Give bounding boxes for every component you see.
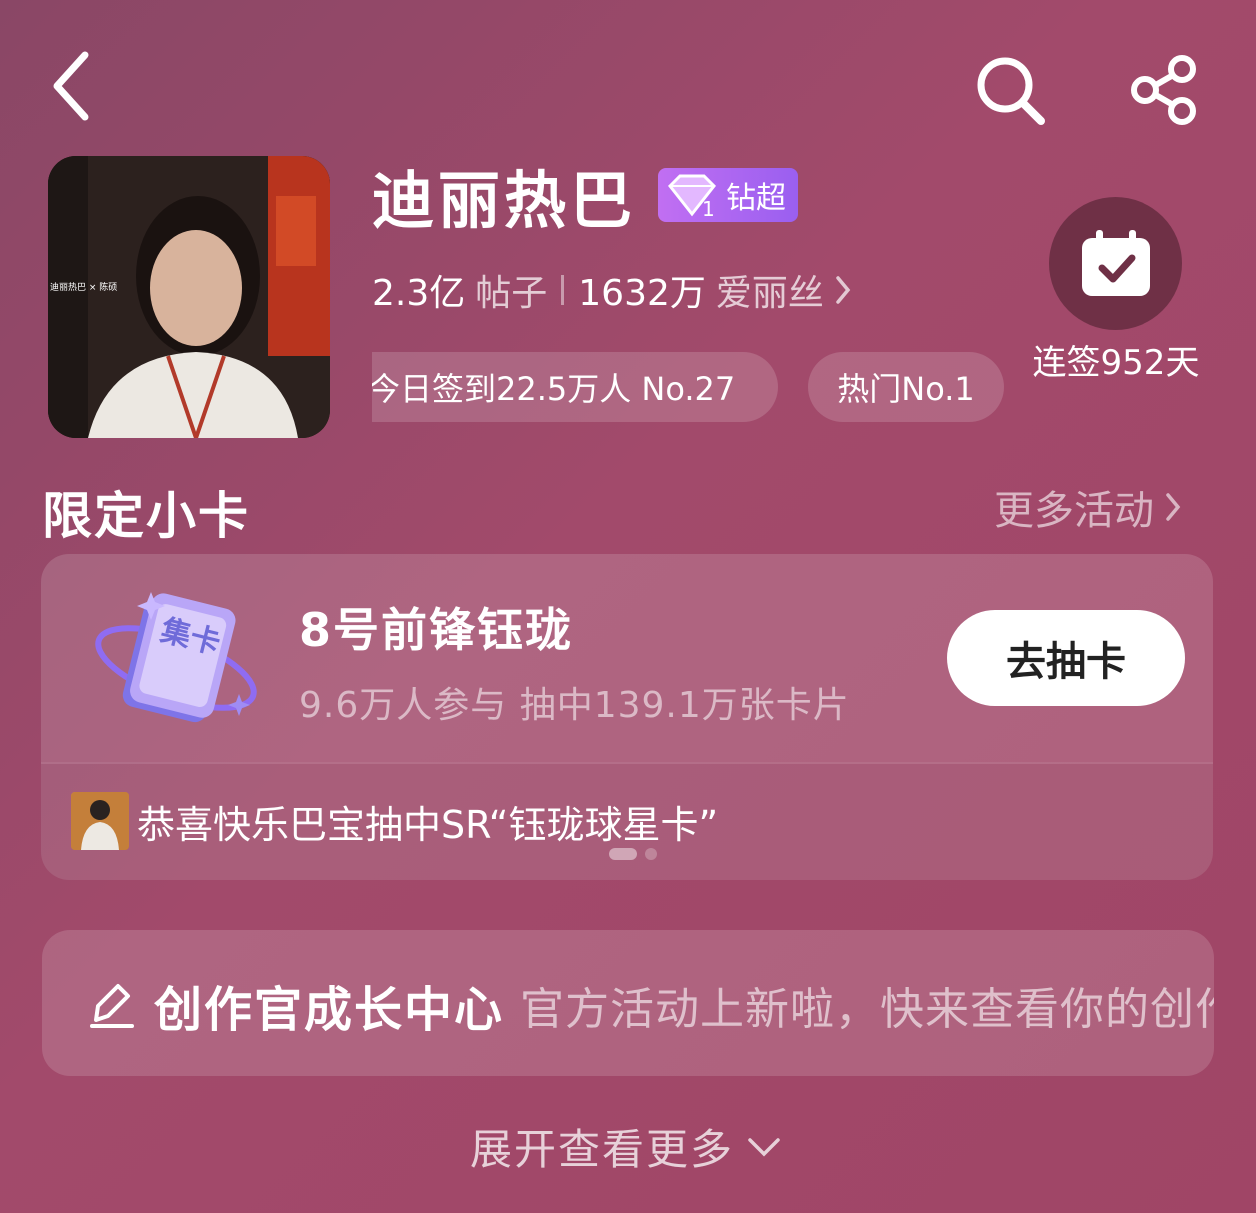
draw-card-button[interactable]: 去抽卡 bbox=[947, 610, 1185, 706]
winner-avatar bbox=[71, 792, 129, 850]
chevron-right-icon bbox=[836, 276, 851, 304]
carousel-dots bbox=[601, 848, 657, 860]
checkin-rank-pill[interactable]: 今日签到22.5万人 No.27 bbox=[372, 352, 778, 422]
more-activities-label: 更多活动 bbox=[994, 488, 1154, 534]
checkin-streak: 连签952天 bbox=[1032, 343, 1200, 383]
share-button[interactable] bbox=[1122, 48, 1206, 132]
calendar-check-icon bbox=[1081, 229, 1150, 296]
back-button[interactable] bbox=[36, 46, 106, 126]
pen-icon bbox=[90, 984, 134, 1028]
creator-content: 创作官成长中心 官方活动上新啦，快来查看你的创作 bbox=[88, 970, 1214, 1040]
chevron-left-icon bbox=[53, 51, 89, 121]
winner-text: 恭喜快乐巴宝抽中SR“钰珑球星卡” bbox=[137, 802, 719, 847]
share-icon bbox=[1131, 55, 1196, 125]
community-title: 迪丽热巴 bbox=[372, 164, 637, 237]
card-name: 8号前锋钰珑 bbox=[299, 603, 574, 657]
checkin-rank-text: 今日签到22.5万人 No.27 bbox=[372, 370, 736, 408]
diamond-icon: 1 bbox=[668, 174, 717, 218]
hot-rank-text: 热门No.1 bbox=[837, 370, 975, 408]
posts-label: 帖子 bbox=[475, 273, 548, 314]
expand-more-button[interactable]: 展开查看更多 bbox=[470, 1116, 784, 1177]
hot-rank-pill[interactable]: 热门No.1 bbox=[808, 352, 1004, 422]
fans-label: 爱丽丝 bbox=[715, 273, 824, 314]
checkin-button[interactable] bbox=[1049, 197, 1182, 330]
collect-card-illustration: 集卡 bbox=[91, 586, 261, 736]
stats-row[interactable]: 2.3亿 帖子 1632万 爱丽丝 bbox=[372, 262, 854, 318]
fans-count: 1632万 bbox=[578, 273, 706, 314]
badge-level: 1 bbox=[702, 197, 715, 218]
community-avatar[interactable]: 迪丽热巴 × 陈硕 bbox=[48, 156, 330, 438]
limited-card-panel[interactable]: 集卡 8号前锋钰珑 9.6万人参与 抽中139.1万张卡片 去抽卡 恭喜快乐巴宝… bbox=[41, 554, 1213, 880]
diamond-level-badge[interactable]: 1 钻超 bbox=[658, 168, 799, 222]
avatar-overlay-text: 迪丽热巴 × 陈硕 bbox=[50, 281, 117, 293]
creator-desc: 官方活动上新啦，快来查看你的创作 bbox=[520, 984, 1214, 1035]
posts-count: 2.3亿 bbox=[372, 273, 466, 314]
section-title: 限定小卡 bbox=[42, 487, 250, 545]
title-row: 迪丽热巴 1 钻超 bbox=[372, 150, 799, 240]
badge-label: 钻超 bbox=[726, 181, 787, 216]
carousel-dot bbox=[645, 848, 657, 860]
creator-center-banner[interactable]: 创作官成长中心 官方活动上新啦，快来查看你的创作 bbox=[42, 930, 1214, 1076]
card-stats: 9.6万人参与 抽中139.1万张卡片 bbox=[299, 685, 850, 726]
avatar-photo: 迪丽热巴 × 陈硕 bbox=[48, 156, 330, 438]
chevron-down-icon bbox=[748, 1137, 780, 1156]
expand-label: 展开查看更多 bbox=[470, 1125, 735, 1174]
card-divider bbox=[41, 762, 1213, 764]
winner-ticker[interactable]: 恭喜快乐巴宝抽中SR“钰珑球星卡” bbox=[71, 792, 718, 850]
carousel-dot-active bbox=[609, 848, 637, 860]
stats-divider bbox=[561, 275, 565, 305]
search-icon bbox=[977, 57, 1045, 125]
more-activities-link[interactable]: 更多活动 bbox=[994, 478, 1186, 536]
chevron-right-icon bbox=[1166, 493, 1181, 521]
search-button[interactable] bbox=[968, 48, 1052, 132]
creator-title: 创作官成长中心 bbox=[154, 982, 505, 1038]
